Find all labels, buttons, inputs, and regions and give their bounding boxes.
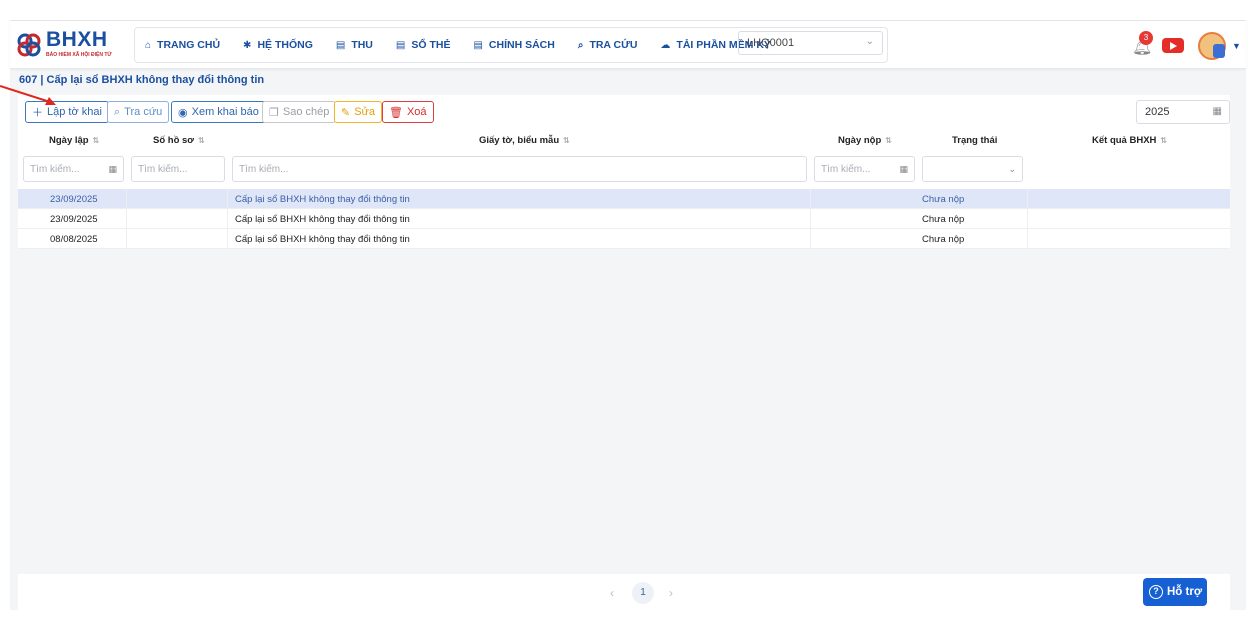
table-row[interactable]: 23/09/2025 Cấp lại sổ BHXH không thay đổ… bbox=[18, 209, 1230, 229]
toolbar: ＋ Lập tờ khai ⌕ Tra cứu ◉ Xem khai báo ❐… bbox=[18, 95, 1230, 131]
cell-form: Cấp lại sổ BHXH không thay đổi thông tin bbox=[235, 214, 410, 225]
column-header-form[interactable]: Giấy tờ, biểu mẫu ⇅ bbox=[479, 135, 570, 146]
cell-status: Chưa nộp bbox=[922, 194, 965, 205]
document-icon: ▤ bbox=[473, 39, 483, 51]
chevron-right-icon[interactable]: › bbox=[669, 586, 673, 600]
nav-item-label: TRA CỨU bbox=[589, 39, 638, 51]
column-header-file-number[interactable]: Số hồ sơ ⇅ bbox=[153, 135, 205, 146]
chevron-left-icon[interactable]: ‹ bbox=[610, 586, 614, 600]
chevron-down-icon: ⌄ bbox=[1008, 164, 1016, 174]
main-nav: ⌂ TRANG CHỦ ✱ HỆ THỐNG ▤ THU ▤ SỔ THẺ ▤ … bbox=[134, 27, 888, 63]
question-icon: ? bbox=[1149, 585, 1163, 599]
table-header: Ngày lập ⇅ Số hồ sơ ⇅ Giấy tờ, biểu mẫu ⇅ N… bbox=[18, 131, 1230, 151]
trash-icon: 🗑︎ bbox=[389, 106, 403, 119]
button-label: Sao chép bbox=[282, 106, 330, 118]
logo-mark-icon bbox=[17, 33, 41, 57]
home-icon: ⌂ bbox=[145, 39, 152, 51]
year-picker[interactable]: 2025 ▦ bbox=[1136, 100, 1230, 124]
nav-item-chinh-sach[interactable]: ▤ CHÍNH SÁCH bbox=[473, 39, 554, 51]
cell-status: Chưa nộp bbox=[922, 234, 965, 245]
unit-select[interactable]: LHQ0001 ⌄ bbox=[738, 31, 883, 55]
nav-item-label: SỔ THẺ bbox=[411, 39, 451, 51]
gear-icon: ✱ bbox=[243, 39, 252, 51]
logo-text: BHXH bbox=[46, 28, 108, 51]
nav-item-thu[interactable]: ▤ THU bbox=[336, 39, 373, 51]
calendar-icon: ▦ bbox=[1212, 106, 1222, 117]
cell-form: Cấp lại sổ BHXH không thay đổi thông tin bbox=[235, 194, 410, 205]
top-header: BHXH BẢO HIỂM XÃ HỘI ĐIỆN TỬ ⌂ TRANG CHỦ… bbox=[10, 21, 1246, 69]
youtube-icon[interactable] bbox=[1162, 38, 1184, 53]
cell-created-date: 23/09/2025 bbox=[50, 194, 98, 205]
unit-select-value: LHQ0001 bbox=[747, 37, 795, 49]
nav-item-tra-cuu[interactable]: ⌕ TRA CỨU bbox=[578, 39, 638, 51]
avatar[interactable] bbox=[1198, 32, 1226, 60]
table-row[interactable]: 23/09/2025 Cấp lại sổ BHXH không thay đổ… bbox=[18, 189, 1230, 209]
filter-submit-date-input[interactable]: Tìm kiếm... ▦ bbox=[814, 156, 915, 182]
year-value: 2025 bbox=[1145, 106, 1170, 118]
nav-item-system[interactable]: ✱ HỆ THỐNG bbox=[243, 39, 313, 51]
sort-icon: ⇅ bbox=[563, 136, 570, 145]
document-icon: ▤ bbox=[395, 39, 406, 51]
button-label: Xem khai báo bbox=[191, 106, 259, 118]
help-button[interactable]: ? Hỗ trợ bbox=[1143, 578, 1207, 606]
calendar-icon: ▦ bbox=[108, 164, 117, 174]
edit-button[interactable]: ✎ Sửa bbox=[334, 101, 383, 123]
column-header-submit-date[interactable]: Ngày nộp ⇅ bbox=[838, 135, 892, 146]
copy-button[interactable]: ❐ Sao chép bbox=[262, 101, 337, 123]
nav-item-label: TRANG CHỦ bbox=[157, 39, 221, 51]
column-header-status: Trạng thái bbox=[952, 135, 998, 146]
app-frame: BHXH BẢO HIỂM XÃ HỘI ĐIỆN TỬ ⌂ TRANG CHỦ… bbox=[10, 20, 1246, 611]
cell-status: Chưa nộp bbox=[922, 214, 965, 225]
sort-icon: ⇅ bbox=[92, 136, 100, 145]
button-label: Sửa bbox=[354, 106, 376, 118]
delete-button[interactable]: 🗑︎ Xoá bbox=[382, 101, 434, 123]
cell-created-date: 23/09/2025 bbox=[50, 214, 98, 225]
search-button[interactable]: ⌕ Tra cứu bbox=[107, 101, 170, 123]
button-label: Tra cứu bbox=[124, 106, 163, 118]
nav-item-so-the[interactable]: ▤ SỔ THẺ bbox=[396, 39, 451, 51]
pencil-icon: ✎ bbox=[341, 106, 351, 119]
filter-created-date-input[interactable]: Tìm kiếm... ▦ bbox=[23, 156, 124, 182]
search-icon: ⌕ bbox=[114, 105, 121, 118]
cell-created-date: 08/08/2025 bbox=[50, 234, 98, 245]
red-arrow-annotation-icon bbox=[0, 85, 56, 105]
filter-status-select[interactable]: ⌄ bbox=[922, 156, 1023, 182]
view-declaration-button[interactable]: ◉ Xem khai báo bbox=[171, 101, 266, 123]
nav-item-home[interactable]: ⌂ TRANG CHỦ bbox=[145, 39, 220, 51]
cloud-icon: ☁ bbox=[660, 39, 671, 51]
table-row[interactable]: 08/08/2025 Cấp lại sổ BHXH không thay đổ… bbox=[18, 229, 1230, 249]
page-number-current[interactable]: 1 bbox=[632, 582, 654, 604]
bhxh-logo[interactable]: BHXH BẢO HIỂM XÃ HỘI ĐIỆN TỬ bbox=[16, 28, 126, 62]
calendar-icon: ▦ bbox=[899, 164, 908, 174]
logo-subtitle: BẢO HIỂM XÃ HỘI ĐIỆN TỬ bbox=[46, 52, 112, 58]
sort-icon: ⇅ bbox=[1160, 136, 1168, 145]
filter-form-input[interactable]: Tìm kiếm... bbox=[232, 156, 807, 182]
nav-item-label: THU bbox=[351, 39, 373, 51]
pagination-bar: ‹ 1 › bbox=[18, 574, 1230, 611]
nav-item-label: CHÍNH SÁCH bbox=[488, 39, 555, 51]
notification-badge: 3 bbox=[1139, 31, 1153, 45]
declarations-table: Ngày lập ⇅ Số hồ sơ ⇅ Giấy tờ, biểu mẫu ⇅ N… bbox=[18, 131, 1230, 249]
search-icon: ⌕ bbox=[577, 39, 584, 51]
sort-icon: ⇅ bbox=[198, 136, 205, 145]
cell-form: Cấp lại sổ BHXH không thay đổi thông tin bbox=[235, 234, 410, 245]
filter-file-number-input[interactable]: Tìm kiếm... bbox=[131, 156, 225, 182]
eye-icon: ◉ bbox=[178, 106, 188, 119]
copy-icon: ❐ bbox=[269, 106, 279, 119]
filter-row: Tìm kiếm... ▦ Tìm kiếm... Tìm kiếm... Tì… bbox=[18, 151, 1230, 189]
help-label: Hỗ trợ bbox=[1167, 586, 1203, 598]
column-header-created-date[interactable]: Ngày lập ⇅ bbox=[49, 135, 99, 146]
sort-icon: ⇅ bbox=[885, 136, 892, 145]
chevron-down-icon: ⌄ bbox=[865, 36, 874, 47]
nav-item-label: HỆ THỐNG bbox=[257, 39, 313, 51]
document-icon: ▤ bbox=[335, 39, 346, 51]
column-header-result[interactable]: Kết quả BHXH ⇅ bbox=[1092, 135, 1167, 146]
caret-down-icon[interactable]: ▼ bbox=[1232, 41, 1241, 51]
button-label: Xoá bbox=[406, 106, 427, 118]
